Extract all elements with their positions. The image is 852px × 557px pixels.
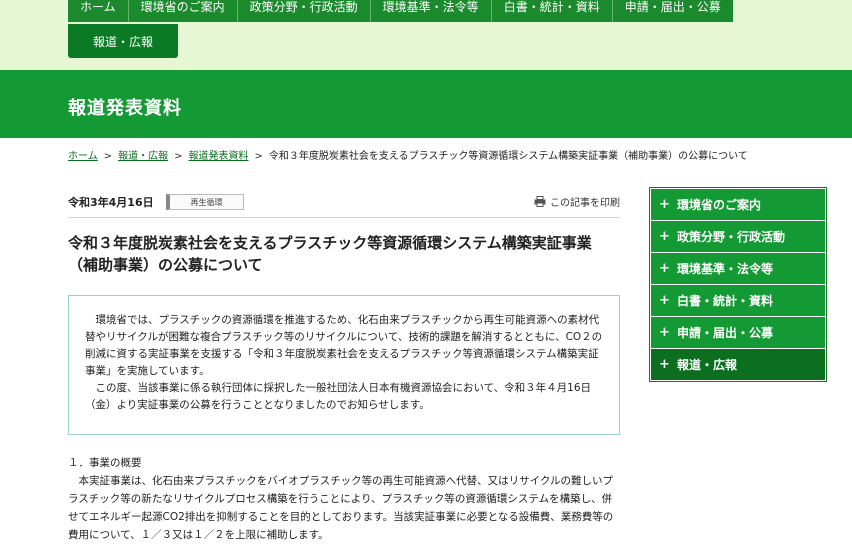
- global-nav-whitepaper[interactable]: 白書・統計・資料: [491, 0, 613, 22]
- category-tag: 再生循環: [166, 194, 244, 210]
- plus-icon: +: [659, 293, 670, 308]
- article-date: 令和3年4月16日: [68, 196, 154, 209]
- plus-icon: +: [659, 229, 670, 244]
- sidebar-item-label: 報道・広報: [677, 358, 738, 372]
- page-title: 報道発表資料: [68, 98, 182, 119]
- plus-icon: +: [659, 261, 670, 276]
- sidebar-item-label: 政策分野・行政活動: [677, 230, 786, 244]
- breadcrumb-separator: >: [254, 151, 263, 162]
- page-banner: 報道発表資料: [0, 70, 852, 138]
- printer-icon: [534, 196, 546, 207]
- sidebar-item-application[interactable]: + 申請・届出・公募: [651, 317, 825, 348]
- breadcrumb-current: 令和３年度脱炭素社会を支えるプラスチック等資源循環システム構築実証事業（補助事業…: [268, 151, 748, 162]
- summary-paragraph-2: この度、当該事業に係る執行団体に採択した一般社団法人日本有機資源協会において、令…: [85, 382, 592, 411]
- breadcrumb-press[interactable]: 報道・広報: [118, 151, 168, 162]
- article-meta: 令和3年4月16日 再生循環 この記事を印刷: [68, 188, 620, 218]
- global-nav-about[interactable]: 環境省のご案内: [128, 0, 238, 22]
- article-title-line1: 令和３年度脱炭素社会を支えるプラスチック等資源循環システム構築実証事業: [68, 234, 592, 252]
- section-body: 本実証事業は、化石由来プラスチックをバイオプラスチック等の再生可能資源へ代替、又…: [68, 475, 614, 541]
- section-heading: １．事業の概要: [68, 457, 142, 469]
- global-nav-press[interactable]: 報道・広報: [68, 24, 178, 58]
- global-nav: ホーム 環境省のご案内 政策分野・行政活動 環境基準・法令等 白書・統計・資料 …: [68, 0, 733, 22]
- breadcrumb-separator: >: [174, 151, 183, 162]
- plus-icon: +: [659, 357, 670, 372]
- section-overview: １．事業の概要 本実証事業は、化石由来プラスチックをバイオプラスチック等の再生可…: [68, 454, 620, 544]
- sidebar-nav: + 環境省のご案内 + 政策分野・行政活動 + 環境基準・法令等 + 白書・統計・資料 …: [649, 187, 827, 382]
- print-link[interactable]: この記事を印刷: [534, 194, 620, 209]
- global-nav-policy[interactable]: 政策分野・行政活動: [237, 0, 371, 22]
- breadcrumb: ホーム > 報道・広報 > 報道発表資料 > 令和３年度脱炭素社会を支えるプラスチック等資源…: [68, 147, 748, 162]
- main-content: 令和3年4月16日 再生循環 この記事を印刷 令和３年度脱炭素社会を支えるプラス…: [68, 188, 620, 541]
- sidebar-item-press[interactable]: + 報道・広報: [651, 349, 825, 380]
- header-area: ホーム 環境省のご案内 政策分野・行政活動 環境基準・法令等 白書・統計・資料 …: [0, 0, 852, 70]
- print-label: この記事を印刷: [550, 198, 620, 209]
- plus-icon: +: [659, 197, 670, 212]
- sidebar-item-label: 白書・統計・資料: [677, 294, 774, 308]
- plus-icon: +: [659, 325, 670, 340]
- sidebar-item-label: 環境基準・法令等: [677, 262, 774, 276]
- breadcrumb-press-release[interactable]: 報道発表資料: [188, 151, 248, 162]
- sidebar-item-standards[interactable]: + 環境基準・法令等: [651, 253, 825, 284]
- sidebar-item-about[interactable]: + 環境省のご案内: [651, 189, 825, 220]
- sidebar-item-label: 環境省のご案内: [677, 198, 762, 212]
- global-nav-standards[interactable]: 環境基準・法令等: [370, 0, 492, 22]
- breadcrumb-home[interactable]: ホーム: [68, 151, 98, 162]
- global-nav-application[interactable]: 申請・届出・公募: [612, 0, 733, 22]
- sidebar-item-whitepaper[interactable]: + 白書・統計・資料: [651, 285, 825, 316]
- summary-paragraph-1: 環境省では、プラスチックの資源循環を推進するため、化石由来プラスチックから再生可…: [85, 314, 603, 377]
- sidebar-item-policy[interactable]: + 政策分野・行政活動: [651, 221, 825, 252]
- summary-box: 環境省では、プラスチックの資源循環を推進するため、化石由来プラスチックから再生可…: [68, 295, 620, 435]
- breadcrumb-separator: >: [103, 151, 113, 162]
- article-title: 令和３年度脱炭素社会を支えるプラスチック等資源循環システム構築実証事業 （補助事…: [68, 232, 620, 276]
- global-nav-home[interactable]: ホーム: [68, 0, 129, 22]
- sidebar-item-label: 申請・届出・公募: [677, 326, 774, 340]
- article-title-line2: （補助事業）の公募について: [68, 256, 263, 274]
